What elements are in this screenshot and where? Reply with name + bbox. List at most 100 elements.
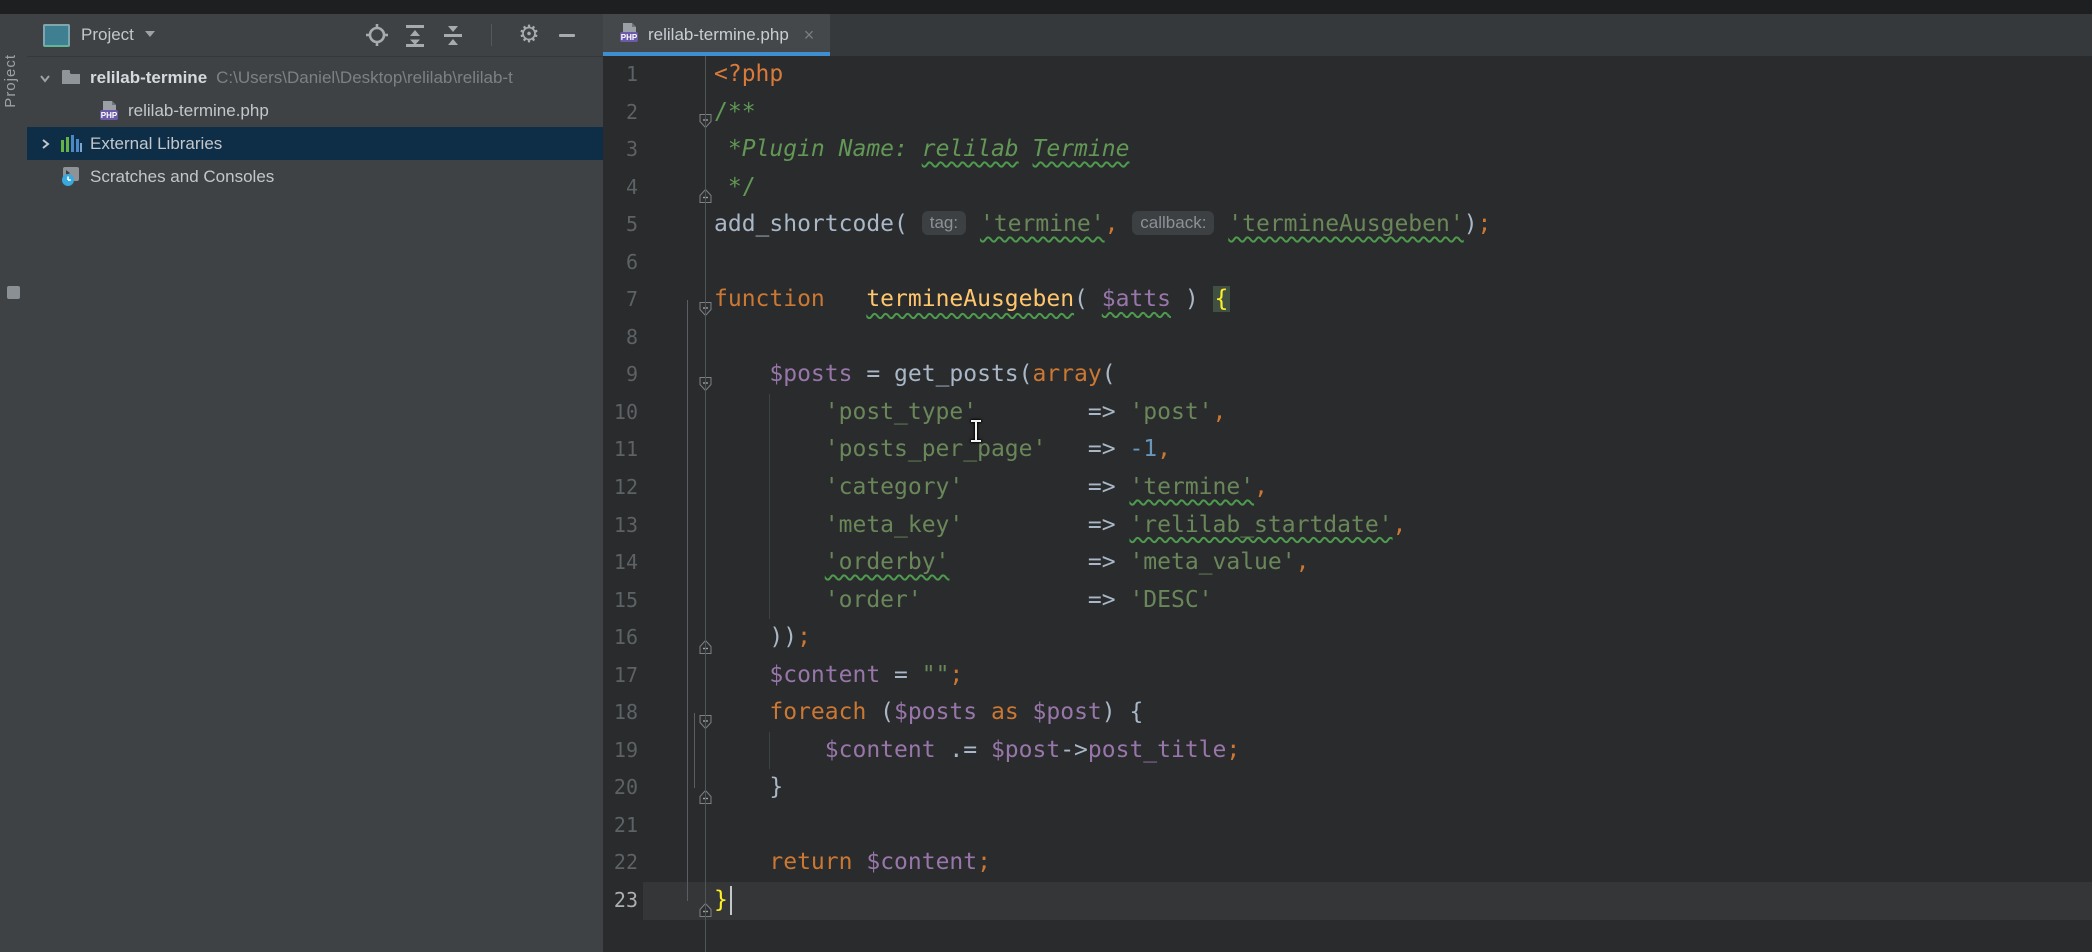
code-text: ));	[714, 619, 811, 657]
line-number: 8	[603, 319, 638, 357]
tool-window-bar: Project	[0, 14, 28, 952]
fold-range-line-function	[687, 300, 688, 901]
line-number: 18	[603, 694, 638, 732]
toolbar-divider	[479, 23, 503, 47]
code-line[interactable]: 12 'category' => 'termine',	[603, 469, 2092, 507]
line-number: 14	[603, 544, 638, 582]
line-number: 7	[603, 281, 638, 319]
expand-all-icon[interactable]	[403, 23, 427, 47]
chevron-down-icon[interactable]	[143, 26, 157, 44]
tab-label: relilab-termine.php	[648, 25, 789, 45]
line-number: 12	[603, 469, 638, 507]
tree-item-relilab-termine-php[interactable]: PHPrelilab-termine.php	[27, 94, 603, 127]
line-number: 4	[603, 169, 638, 207]
line-number: 19	[603, 732, 638, 770]
tree-item-label: relilab-termine.php	[128, 101, 269, 121]
code-line[interactable]: 6	[603, 244, 2092, 282]
code-line[interactable]: 15 'order' => 'DESC'	[603, 582, 2092, 620]
code-text: $posts = get_posts(array(	[714, 356, 1116, 394]
line-number: 22	[603, 844, 638, 882]
line-number: 10	[603, 394, 638, 432]
close-icon[interactable]: ×	[804, 25, 815, 46]
code-text: function termineAusgeben( $atts ) {	[714, 281, 1230, 319]
project-panel-title[interactable]: Project	[81, 25, 134, 45]
tree-item-relilab-termine[interactable]: relilab-termineC:\Users\Daniel\Desktop\r…	[27, 61, 603, 94]
code-text: <?php	[714, 56, 783, 94]
code-line[interactable]: 13 'meta_key' => 'relilab_startdate',	[603, 507, 2092, 545]
code-text: 'orderby' => 'meta_value',	[714, 544, 1309, 582]
tree-item-path: C:\Users\Daniel\Desktop\relilab\relilab-…	[216, 68, 513, 88]
line-number: 6	[603, 244, 638, 282]
editor-area: PHP relilab-termine.php × 1 <?php 2 /**3 *P…	[603, 14, 2092, 952]
line-number: 13	[603, 507, 638, 545]
code-line[interactable]: 7 function termineAusgeben( $atts ) {	[603, 281, 2092, 319]
code-line[interactable]: 21	[603, 807, 2092, 845]
project-tree: relilab-termineC:\Users\Daniel\Desktop\r…	[27, 57, 603, 193]
code-line[interactable]: 22 return $content;	[603, 844, 2092, 882]
code-line[interactable]: 1 <?php	[603, 56, 2092, 94]
chevron-down-icon[interactable]	[33, 71, 57, 85]
code-line[interactable]: 19 $content .= $post->post_title;	[603, 732, 2092, 770]
code-line[interactable]: 8	[603, 319, 2092, 357]
line-number: 1	[603, 56, 638, 94]
fold-range-line-foreach	[694, 713, 695, 788]
collapse-all-icon[interactable]	[441, 23, 465, 47]
code-line[interactable]: 5add_shortcode( tag: 'termine', callback…	[603, 206, 2092, 244]
code-line[interactable]: 16 ));	[603, 619, 2092, 657]
line-number: 11	[603, 431, 638, 469]
code-text: /**	[714, 94, 756, 132]
code-text: 'category' => 'termine',	[714, 469, 1268, 507]
code-line[interactable]: 4 */	[603, 169, 2092, 207]
code-text: *Plugin Name: relilab Termine	[714, 131, 1129, 169]
line-number: 16	[603, 619, 638, 657]
indent-guide	[769, 394, 770, 619]
line-number: 20	[603, 769, 638, 807]
project-panel: Project ⚙ relilab-termineC:\Users\Daniel…	[27, 14, 603, 952]
code-line[interactable]: 20 }	[603, 769, 2092, 807]
text-cursor-pointer	[968, 418, 984, 449]
settings-icon[interactable]: ⚙	[517, 23, 541, 47]
code-line[interactable]: 3 *Plugin Name: relilab Termine	[603, 131, 2092, 169]
code-line[interactable]: 23}	[603, 882, 2092, 920]
current-line-highlight	[643, 882, 2092, 920]
libraries-icon	[57, 134, 85, 154]
code-text: 'posts_per_page' => -1,	[714, 431, 1171, 469]
code-line[interactable]: 17 $content = "";	[603, 657, 2092, 695]
code-line[interactable]: 14 'orderby' => 'meta_value',	[603, 544, 2092, 582]
code-text: }	[714, 769, 783, 807]
project-view-icon	[43, 24, 70, 47]
code-line[interactable]: 2 /**	[603, 94, 2092, 132]
code-line[interactable]: 11 'posts_per_page' => -1,	[603, 431, 2092, 469]
project-tool-window-tab[interactable]: Project	[2, 54, 19, 108]
line-number: 2	[603, 94, 638, 132]
line-number: 9	[603, 356, 638, 394]
line-number: 21	[603, 807, 638, 845]
hide-icon[interactable]	[555, 23, 579, 47]
tab-relilab-termine-php[interactable]: PHP relilab-termine.php ×	[603, 14, 830, 56]
code-line[interactable]: 10 'post_type' => 'post',	[603, 394, 2092, 432]
line-number: 17	[603, 657, 638, 695]
code-text: $content = "";	[714, 657, 963, 695]
code-text: 'order' => 'DESC'	[714, 582, 1213, 620]
code-text: }	[714, 882, 728, 920]
code-text: $content .= $post->post_title;	[714, 732, 1240, 770]
tree-item-external-libraries[interactable]: External Libraries	[27, 127, 603, 160]
window-title-strip	[0, 0, 2092, 14]
editor-tab-bar: PHP relilab-termine.php ×	[603, 14, 2092, 56]
scratches-icon	[57, 166, 85, 187]
code-line[interactable]: 18 foreach ($posts as $post) {	[603, 694, 2092, 732]
folder-icon	[57, 69, 85, 86]
project-panel-header: Project ⚙	[27, 14, 603, 57]
code-line[interactable]: 9 $posts = get_posts(array(	[603, 356, 2092, 394]
tree-item-label: External Libraries	[90, 134, 222, 154]
code-editor[interactable]: 1 <?php 2 /**3 *Plugin Name: relilab Termin…	[603, 56, 2092, 952]
gutter-fold-spine	[705, 56, 706, 952]
code-text: 'meta_key' => 'relilab_startdate',	[714, 507, 1406, 545]
chevron-right-icon[interactable]	[33, 137, 57, 151]
ide-window: Project Project ⚙ relilab-termineC:\User…	[0, 0, 2092, 952]
tree-item-scratches-and-consoles[interactable]: Scratches and Consoles	[27, 160, 603, 193]
text-caret	[730, 886, 732, 915]
tool-window-square-icon[interactable]	[7, 286, 20, 299]
line-number: 15	[603, 582, 638, 620]
locate-icon[interactable]	[365, 23, 389, 47]
